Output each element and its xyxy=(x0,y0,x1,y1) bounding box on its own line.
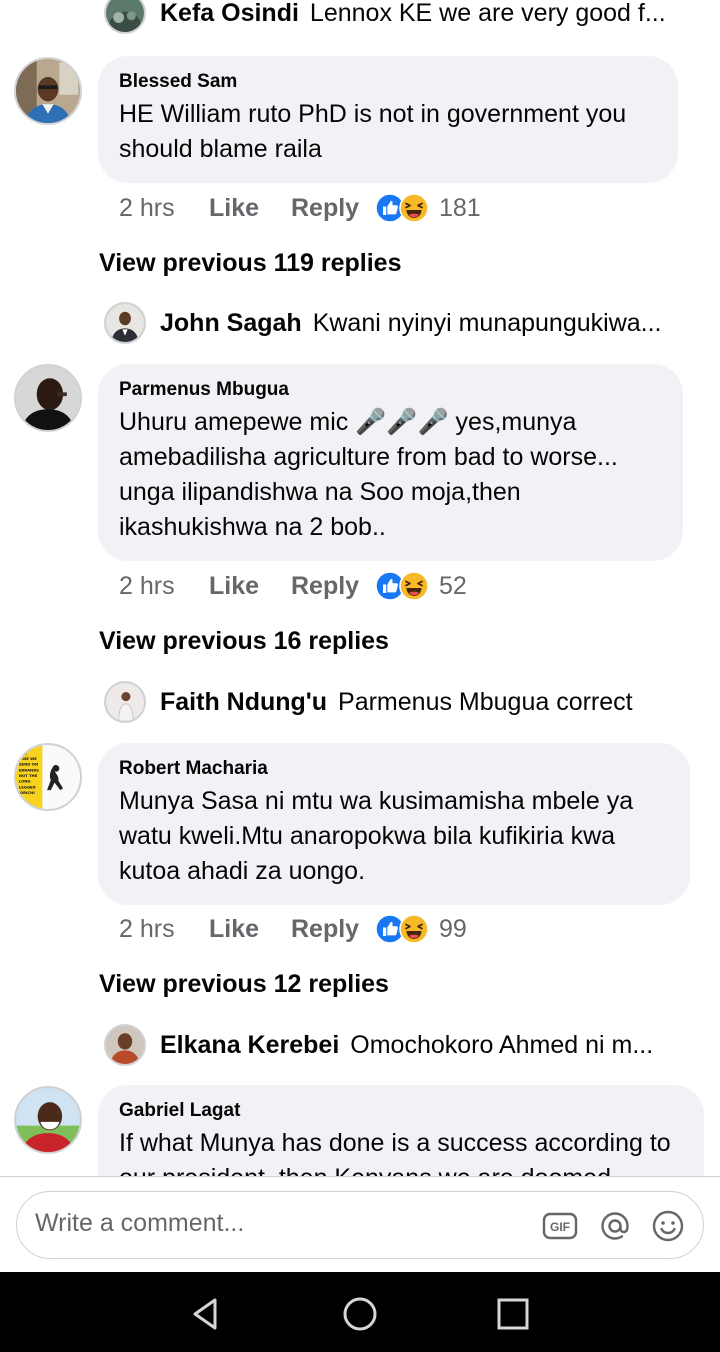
comment-bubble[interactable]: Robert Macharia Munya Sasa ni mtu wa kus… xyxy=(98,743,690,905)
poster-text: LEGGED xyxy=(19,785,36,789)
reaction-count: 52 xyxy=(439,571,467,600)
poster-text: ERRANDS xyxy=(19,768,39,772)
reply-button[interactable]: Reply xyxy=(291,915,375,944)
poster-text: 'ORICHI xyxy=(19,791,36,795)
avatar[interactable] xyxy=(14,57,82,125)
reaction-count: 99 xyxy=(439,914,467,943)
reactions-summary[interactable]: 181 xyxy=(375,193,481,223)
gif-label: GIF xyxy=(550,1220,570,1234)
reply-preview[interactable]: Faith Ndung'u Parmenus Mbugua correct xyxy=(104,681,720,723)
poster-text: LONG xyxy=(19,780,31,784)
poster-text: THE xyxy=(19,751,28,755)
view-previous-replies-link[interactable]: View previous 16 replies xyxy=(99,627,389,656)
avatar[interactable] xyxy=(104,1024,146,1066)
poster-text: SEND ON xyxy=(19,763,38,767)
comment-text: Uhuru amepewe mic 🎤🎤🎤 yes,munya amebadil… xyxy=(119,408,618,541)
comment-composer: Write a comment... GIF xyxy=(0,1176,720,1272)
system-navigation-bar xyxy=(0,1272,720,1352)
comment-text: Munya Sasa ni mtu wa kusimamisha mbele y… xyxy=(119,787,634,885)
avatar[interactable] xyxy=(104,681,146,723)
avatar[interactable] xyxy=(14,364,82,432)
comment-bubble[interactable]: Gabriel Lagat If what Munya has done is … xyxy=(98,1085,704,1176)
comment-author[interactable]: Blessed Sam xyxy=(119,70,656,94)
avatar[interactable]: THE ...DE WE SEND ON ERRANDS NOT THE LON… xyxy=(14,743,82,811)
reply-button[interactable]: Reply xyxy=(291,572,375,601)
comment-actions: 2 hrs Like Reply 181 xyxy=(119,188,481,228)
reaction-count: 181 xyxy=(439,193,481,222)
comment-author[interactable]: Gabriel Lagat xyxy=(119,1099,682,1123)
like-button[interactable]: Like xyxy=(209,915,291,944)
poster-text: NOT THE xyxy=(19,774,38,778)
view-previous-replies-link[interactable]: View previous 119 replies xyxy=(99,249,402,278)
comment-author[interactable]: Robert Macharia xyxy=(119,757,668,781)
comment-bubble[interactable]: Blessed Sam HE William ruto PhD is not i… xyxy=(98,56,678,183)
timestamp[interactable]: 2 hrs xyxy=(119,194,209,223)
view-previous-replies-link[interactable]: View previous 12 replies xyxy=(99,970,389,999)
reactions-summary[interactable]: 99 xyxy=(375,914,467,944)
haha-reaction-icon xyxy=(399,193,429,223)
reply-text: Omochokoro Ahmed ni m... xyxy=(350,1030,654,1059)
comments-feed[interactable]: Kefa Osindi Lennox KE we are very good f… xyxy=(0,0,720,1176)
avatar[interactable] xyxy=(104,302,146,344)
reply-text: Parmenus Mbugua correct xyxy=(338,687,633,716)
comment-text: If what Munya has done is a success acco… xyxy=(119,1129,671,1176)
comment-text: HE William ruto PhD is not in government… xyxy=(119,100,627,163)
comment-input[interactable]: Write a comment... GIF xyxy=(16,1191,704,1259)
reply-button[interactable]: Reply xyxy=(291,194,375,223)
reply-text: Lennox KE we are very good f... xyxy=(309,0,666,27)
avatar[interactable] xyxy=(14,1086,82,1154)
haha-reaction-icon xyxy=(399,914,429,944)
home-circle-icon[interactable] xyxy=(340,1294,380,1334)
reply-author[interactable]: Faith Ndung'u xyxy=(160,688,327,717)
mention-icon[interactable] xyxy=(597,1208,633,1244)
emoji-icon[interactable] xyxy=(650,1208,686,1244)
timestamp[interactable]: 2 hrs xyxy=(119,572,209,601)
like-button[interactable]: Like xyxy=(209,572,291,601)
haha-reaction-icon xyxy=(399,571,429,601)
comment-input-placeholder: Write a comment... xyxy=(35,1209,245,1237)
timestamp[interactable]: 2 hrs xyxy=(119,915,209,944)
comment-actions: 2 hrs Like Reply 99 xyxy=(119,909,467,949)
reactions-summary[interactable]: 52 xyxy=(375,571,467,601)
reply-author[interactable]: Elkana Kerebei xyxy=(160,1031,339,1060)
reply-preview[interactable]: John Sagah Kwani nyinyi munapungukiwa... xyxy=(104,302,720,344)
reply-author[interactable]: John Sagah xyxy=(160,309,302,338)
back-triangle-icon[interactable] xyxy=(186,1294,226,1334)
gif-icon[interactable]: GIF xyxy=(542,1208,578,1244)
comment-author[interactable]: Parmenus Mbugua xyxy=(119,378,661,402)
recents-square-icon[interactable] xyxy=(493,1294,533,1334)
reply-preview[interactable]: Elkana Kerebei Omochokoro Ahmed ni m... xyxy=(104,1024,720,1066)
reply-text: Kwani nyinyi munapungukiwa... xyxy=(312,308,662,337)
reply-author[interactable]: Kefa Osindi xyxy=(160,0,299,28)
comment-bubble[interactable]: Parmenus Mbugua Uhuru amepewe mic 🎤🎤🎤 ye… xyxy=(98,364,683,561)
reply-preview[interactable]: Kefa Osindi Lennox KE we are very good f… xyxy=(104,0,720,34)
poster-text: ...DE WE xyxy=(19,757,37,761)
avatar[interactable] xyxy=(104,0,146,34)
like-button[interactable]: Like xyxy=(209,194,291,223)
comment-actions: 2 hrs Like Reply 52 xyxy=(119,566,467,606)
